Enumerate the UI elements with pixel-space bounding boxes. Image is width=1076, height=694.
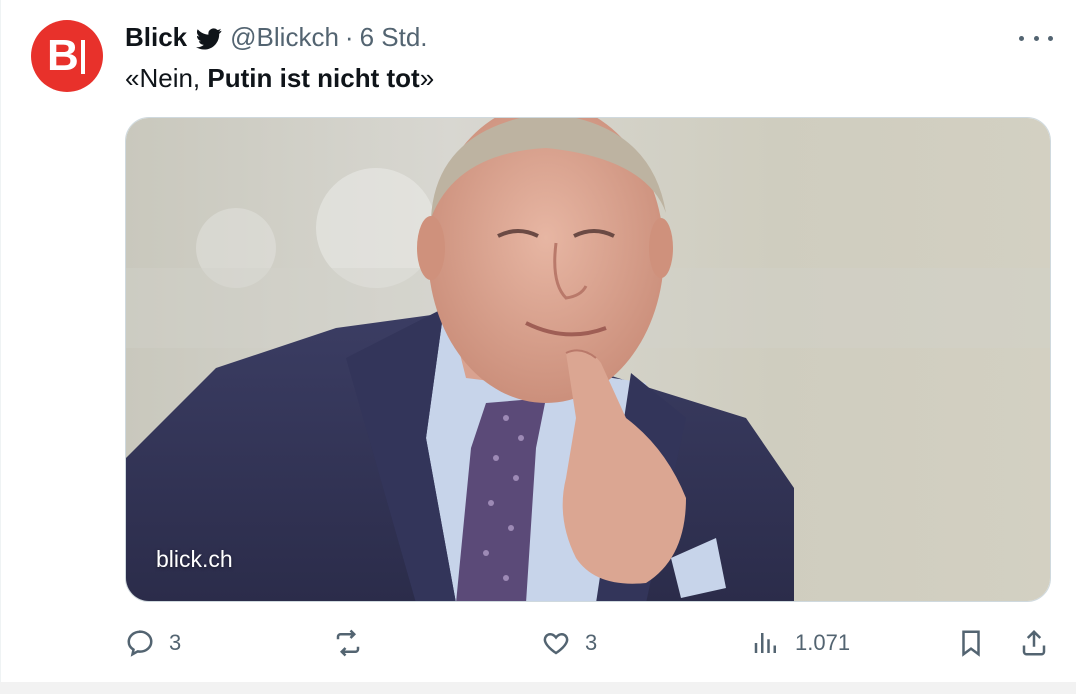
tweet-text: «Nein, Putin ist nicht tot» [125,60,434,96]
share-button[interactable] [1019,625,1049,661]
views-icon [754,633,776,653]
bookmark-button[interactable] [956,625,986,661]
more-options-icon[interactable] [1019,24,1053,52]
twitter-bird-icon [196,26,222,50]
retweet-button[interactable] [333,625,377,661]
timeline-divider [0,682,1076,694]
tweet-media-image[interactable]: blick.ch [125,117,1051,602]
views-button[interactable]: 1.071 [751,625,850,661]
share-icon [1022,629,1046,656]
tweet-timestamp[interactable]: 6 Std. [360,22,428,53]
tweet-text-suffix: » [419,63,435,93]
tweet-card[interactable]: B Blick @Blickch · 6 Std. «Nein, Putin i… [0,0,1076,682]
like-button[interactable]: 3 [541,625,597,661]
reply-icon [127,630,153,657]
like-count: 3 [585,630,598,655]
author-name[interactable]: Blick [125,22,187,53]
bookmark-icon [962,630,980,657]
tweet-text-bold: Putin ist nicht tot [207,63,420,93]
separator-dot: · [344,21,354,52]
media-watermark: blick.ch [156,546,233,572]
tweet-text-prefix: «Nein, [125,63,208,93]
avatar-logo-bar [81,40,85,74]
view-count: 1.071 [795,630,851,655]
retweet-icon [336,629,360,657]
like-icon [543,632,569,655]
tweet-header: Blick @Blickch · 6 Std. [125,20,428,54]
avatar[interactable]: B [31,20,103,92]
avatar-letter: B [47,31,79,80]
reply-button[interactable]: 3 [125,625,181,661]
author-handle[interactable]: @Blickch [230,22,339,53]
reply-count: 3 [169,630,182,655]
media-photo [126,118,1050,601]
